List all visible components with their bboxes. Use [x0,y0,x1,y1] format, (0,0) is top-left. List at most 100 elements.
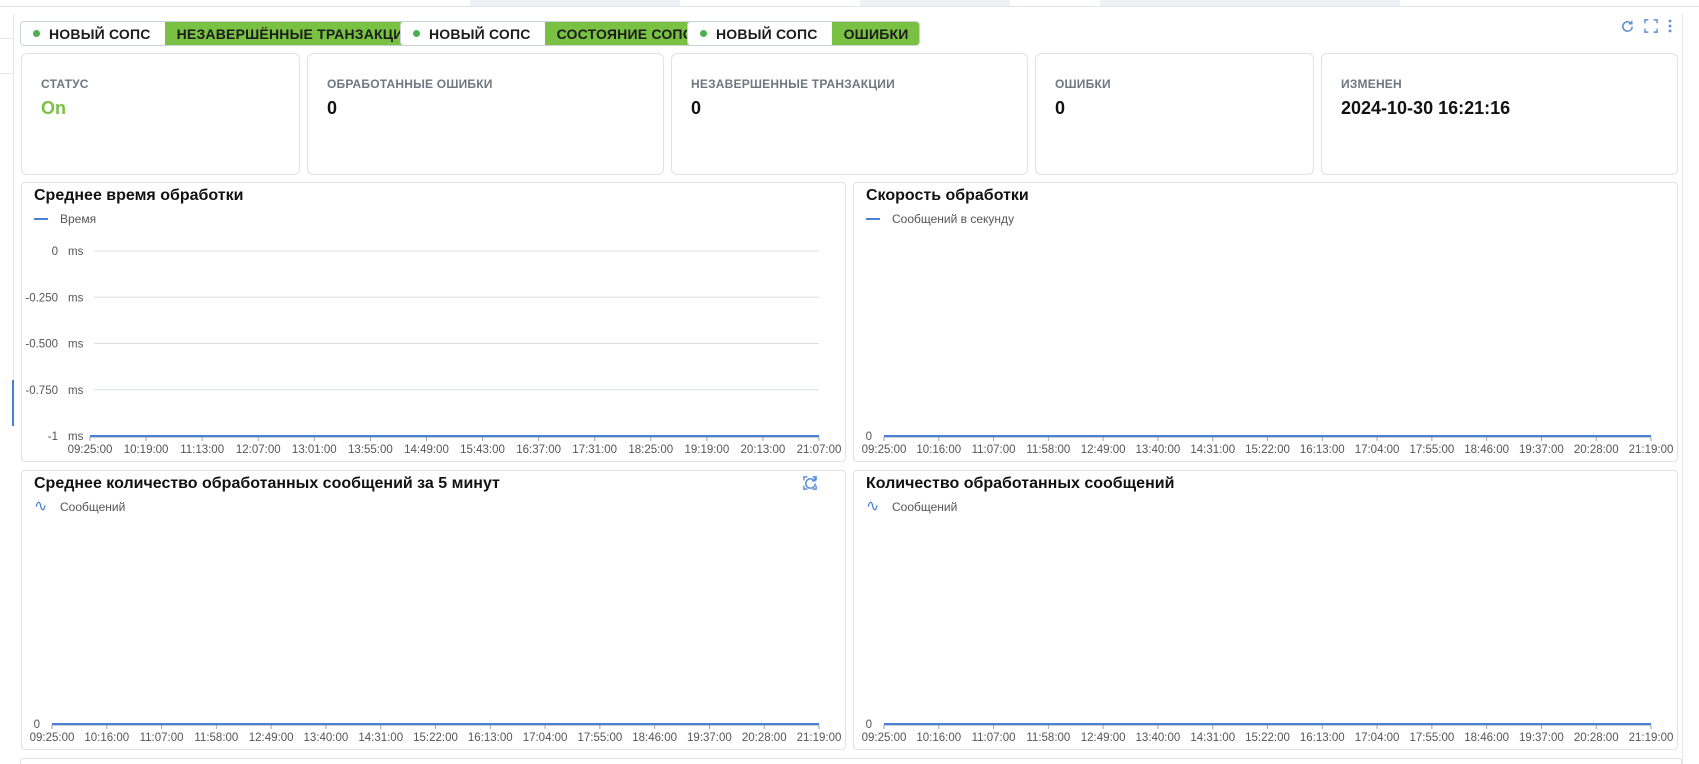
y-tick-label: -0.250 [25,292,58,304]
y-tick-unit: ms [68,339,84,351]
tab-source-label: НОВЫЙ СОПС [716,25,818,42]
x-tick-label: 09:25:00 [862,732,907,744]
top-strip [0,0,1699,7]
left-rail [0,14,14,426]
x-tick-label: 16:13:00 [1300,444,1345,456]
x-tick-label: 10:16:00 [916,732,961,744]
x-tick-label: 13:55:00 [348,444,393,456]
y-tick-label: 0 [34,719,40,731]
tab-source[interactable]: НОВЫЙ СОПС [401,22,545,45]
x-tick-label: 12:49:00 [1081,732,1126,744]
refresh-icon[interactable] [1618,17,1636,35]
x-tick-label: 21:19:00 [1629,444,1674,456]
fullscreen-icon[interactable] [803,476,845,494]
x-tick-label: 17:04:00 [523,732,568,744]
x-tick-label: 21:19:00 [797,732,842,744]
dashboard-toolbar [1618,17,1674,35]
status-dot-icon [33,30,40,37]
stat-card-errors: ОШИБКИ 0 [1035,53,1314,175]
stat-label: ОШИБКИ [1055,77,1111,91]
top-strip-segment [860,0,1010,6]
chart-canvas: 0 ms-0.250 ms-0.500 ms-0.750 ms-1 ms09:25:00 1… [25,246,842,456]
status-dot-icon [700,30,707,37]
chart-title: Среднее время обработки [34,187,244,204]
tab-source-label: НОВЫЙ СОПС [429,25,531,42]
tab-source[interactable]: НОВЫЙ СОПС [688,22,832,45]
x-tick-label: 11:07:00 [140,732,184,744]
left-rail-item[interactable] [0,38,14,74]
y-tick-label: -0.500 [25,339,58,351]
x-tick-label: 10:16:00 [84,732,129,744]
chart-legend[interactable]: ∿ Сообщений [866,499,958,515]
tab-view-state[interactable]: СОСТОЯНИЕ СОПС [544,22,705,45]
x-tick-label: 21:07:00 [797,444,842,456]
right-divider [1682,14,1683,764]
chart-legend[interactable]: Время [34,212,96,226]
stat-label: ОБРАБОТАННЫЕ ОШИБКИ [327,77,493,91]
x-tick-label: 20:28:00 [1574,444,1619,456]
x-tick-label: 17:04:00 [1355,732,1400,744]
legend-line-icon [34,218,48,220]
tab-view-label: ОШИБКИ [843,25,909,42]
chart-title: Скорость обработки [866,187,1029,204]
y-tick-label: 0 [866,719,872,731]
x-tick-label: 13:40:00 [304,732,349,744]
x-tick-label: 19:37:00 [687,732,732,744]
tab-group-errors[interactable]: НОВЫЙ СОПС ОШИБКИ [687,21,921,46]
legend-label: Сообщений [892,500,958,514]
y-tick-unit: ms [68,431,84,443]
stat-value: 2024-10-30 16:21:16 [1341,98,1511,118]
x-tick-label: 17:04:00 [1355,444,1400,456]
x-tick-label: 19:37:00 [1519,444,1564,456]
tab-group-transactions[interactable]: НОВЫЙ СОПС НЕЗАВЕРШЁННЫЕ ТРАНЗАКЦИИ [20,21,426,46]
x-tick-label: 16:37:00 [516,444,561,456]
x-tick-label: 19:37:00 [1519,732,1564,744]
chart-title: Количество обработанных сообщений [866,475,1175,492]
stat-card-pending-transactions: НЕЗАВЕРШЕННЫЕ ТРАНЗАКЦИИ 0 [671,53,1028,175]
x-tick-label: 14:31:00 [1190,732,1235,744]
legend-line-icon [866,218,880,220]
top-strip-segment [470,0,680,6]
x-tick-label: 11:58:00 [1026,732,1070,744]
y-tick-unit: ms [68,385,84,397]
x-tick-label: 20:28:00 [1574,732,1619,744]
tab-view-transactions[interactable]: НЕЗАВЕРШЁННЫЕ ТРАНЗАКЦИИ [164,22,425,45]
stat-label: СТАТУС [41,77,89,91]
x-tick-label: 11:07:00 [972,732,1016,744]
x-tick-label: 13:40:00 [1136,444,1181,456]
x-tick-label: 11:07:00 [972,444,1016,456]
x-tick-label: 09:25:00 [30,732,75,744]
chart-legend[interactable]: Сообщений в секунду [866,212,1014,226]
chart-title: Среднее количество обработанных сообщени… [34,475,500,492]
x-tick-label: 17:55:00 [1409,732,1454,744]
x-tick-label: 20:28:00 [742,732,787,744]
stat-value: On [41,98,66,118]
tab-group-state[interactable]: НОВЫЙ СОПС СОСТОЯНИЕ СОПС [400,21,706,46]
fullscreen-icon[interactable] [1642,17,1660,35]
x-tick-label: 17:31:00 [572,444,617,456]
tab-view-label: СОСТОЯНИЕ СОПС [556,25,694,42]
stat-card-status: СТАТУС On [21,53,300,175]
x-tick-label: 12:07:00 [236,444,281,456]
chart-panel-speed: 0 09:25:00 10:16:00 11:07:00 11:58:00 12:49:0… [853,182,1678,462]
stat-value: 0 [691,98,702,118]
legend-label: Время [60,212,97,226]
more-vertical-icon[interactable] [1666,17,1674,35]
tab-view-label: НЕЗАВЕРШЁННЫЕ ТРАНЗАКЦИИ [176,25,414,42]
x-tick-label: 13:40:00 [1136,732,1181,744]
x-tick-label: 18:46:00 [1464,732,1509,744]
x-tick-label: 14:31:00 [358,732,403,744]
x-tick-label: 18:46:00 [1464,444,1509,456]
chart-legend[interactable]: ∿ Сообщений [34,499,125,515]
tab-source[interactable]: НОВЫЙ СОПС [21,22,165,45]
x-tick-label: 17:55:00 [577,732,622,744]
top-strip-segment [1100,0,1400,6]
tab-view-errors[interactable]: ОШИБКИ [831,22,920,45]
x-tick-label: 15:22:00 [1245,732,1290,744]
x-tick-label: 20:13:00 [741,444,786,456]
y-tick-label: -0.750 [25,385,58,397]
x-tick-label: 14:49:00 [404,444,449,456]
stat-value: 0 [1055,98,1066,118]
x-tick-label: 10:16:00 [916,444,961,456]
y-tick-label: 0 [52,246,58,258]
